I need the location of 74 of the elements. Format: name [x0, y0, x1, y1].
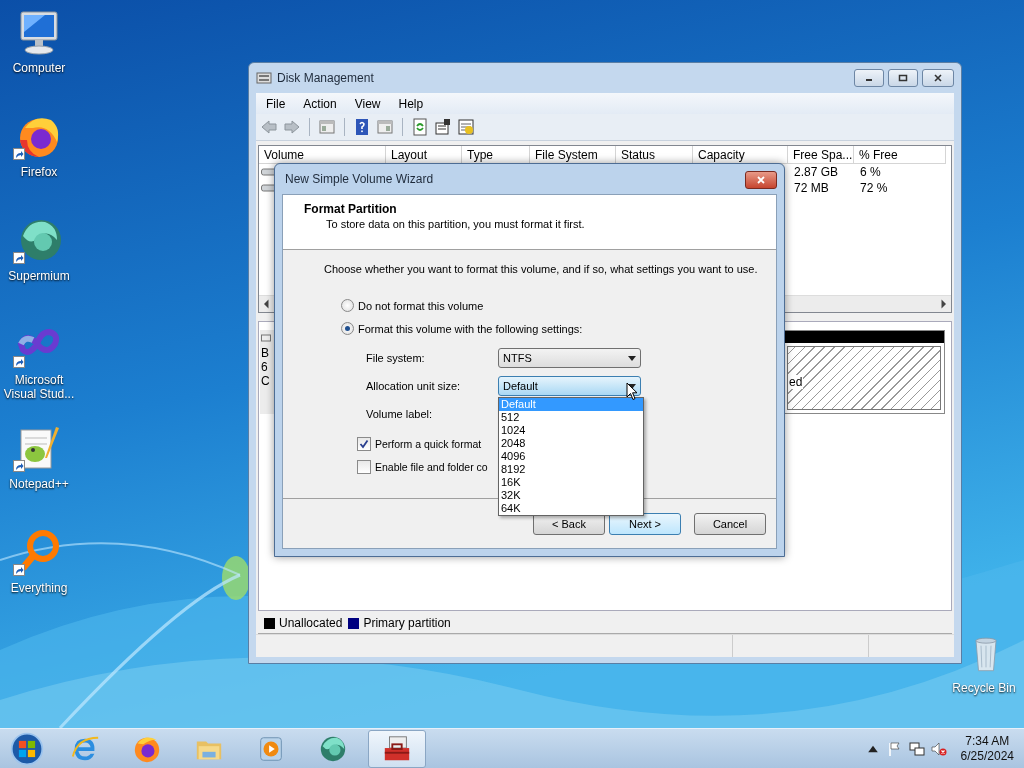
refresh-icon[interactable]	[411, 118, 429, 137]
table-cell-text: 72 %	[859, 181, 889, 196]
caret-icon	[628, 355, 636, 361]
menu-item[interactable]: Help	[390, 94, 432, 113]
menu-item[interactable]: View	[346, 94, 389, 113]
dropdown-option[interactable]: 8192	[499, 463, 643, 476]
checkmark-icon	[359, 438, 369, 449]
legend-label: Primary partition	[363, 616, 451, 631]
clock-date[interactable]: 6/25/2024	[960, 748, 1014, 764]
table-cell-text: 6 %	[859, 165, 882, 180]
table-cell-text: 72 MB	[793, 181, 830, 196]
legend-label: Unallocated	[279, 616, 343, 631]
radio-label[interactable]: Format this volume with the following settings:	[358, 322, 583, 335]
checkbox[interactable]	[357, 459, 371, 474]
checkbox-label[interactable]: Perform a quick format	[375, 437, 482, 450]
checkbox-label[interactable]: Enable file and folder co	[375, 460, 488, 473]
desktop-icon-label[interactable]: Microsoft Visual Stud...	[0, 373, 78, 401]
disk-label-text: 6	[261, 360, 268, 375]
checkbox[interactable]	[357, 436, 371, 451]
menu-item[interactable]: File	[258, 94, 294, 113]
disk-management-icon	[256, 69, 272, 86]
network-icon[interactable]	[908, 740, 925, 757]
partition-text: ed	[788, 375, 804, 390]
dropdown-option[interactable]: 64K	[499, 502, 643, 515]
field-label: Allocation unit size:	[366, 380, 462, 392]
allocation-size-dropdown[interactable]: Default	[498, 376, 641, 396]
close-icon	[756, 175, 766, 185]
minimize-button[interactable]	[854, 69, 884, 87]
close-button[interactable]	[745, 171, 777, 189]
maximize-icon	[898, 73, 908, 83]
radio-button[interactable]	[341, 322, 354, 335]
disk-label-text: C	[261, 374, 270, 389]
dialog-button[interactable]: Cancel	[694, 512, 766, 535]
dialog-title: New Simple Volume Wizard	[285, 172, 434, 186]
four-squares-icon	[9, 730, 45, 767]
properties-icon[interactable]	[434, 118, 452, 137]
desktop-icon-label[interactable]: Computer	[0, 61, 78, 75]
disk-scan-icon[interactable]	[457, 118, 475, 137]
page-description: To store data on this partition, you must format it first.	[325, 218, 586, 230]
dropdown-option[interactable]: 512	[499, 411, 643, 424]
flag-icon[interactable]	[886, 740, 903, 757]
desktop-icon-label[interactable]: Supermium	[0, 269, 78, 283]
file-system-dropdown[interactable]: NTFS	[498, 348, 641, 368]
dropdown-option[interactable]: 4096	[499, 450, 643, 463]
desktop-icon-label[interactable]: Firefox	[0, 165, 78, 179]
clock-time[interactable]: 7:34 AM	[965, 733, 1010, 749]
column-header[interactable]: % Free	[854, 146, 946, 165]
disk-label-text: B	[261, 346, 269, 361]
help-icon[interactable]	[353, 118, 371, 137]
taskbar-button[interactable]	[368, 729, 426, 768]
dropdown-option[interactable]: 16K	[499, 476, 643, 489]
column-header[interactable]: Volume	[259, 146, 386, 165]
dropdown-option[interactable]: 1024	[499, 424, 643, 437]
radio-label[interactable]: Do not format this volume	[358, 299, 484, 312]
window-title: Disk Management	[277, 70, 374, 85]
drive-icon	[261, 183, 277, 194]
table-cell-text: 2.87 GB	[793, 165, 840, 180]
instruction-text: Choose whether you want to format this volume, and if so, what settings you want to use.	[324, 263, 759, 275]
dropdown-option[interactable]: 32K	[499, 489, 643, 502]
close-icon	[933, 73, 943, 83]
dialog-button[interactable]: Next >	[609, 512, 681, 535]
radio-button[interactable]	[341, 299, 354, 312]
menu-item[interactable]: Action	[295, 94, 345, 113]
maximize-button[interactable]	[888, 69, 918, 87]
close-button[interactable]	[922, 69, 954, 87]
volume-muted-icon[interactable]	[930, 740, 947, 757]
column-header[interactable]: Free Spa...	[788, 146, 854, 165]
desktop-icon-label[interactable]: Notepad++	[0, 477, 78, 491]
dropdown-option[interactable]: 2048	[499, 437, 643, 450]
field-label: Volume label:	[366, 408, 434, 420]
page-heading: Format Partition	[304, 202, 398, 216]
unallocated-partition[interactable]: ed	[783, 330, 945, 415]
drive-icon	[261, 167, 277, 178]
field-label: File system:	[366, 352, 426, 364]
